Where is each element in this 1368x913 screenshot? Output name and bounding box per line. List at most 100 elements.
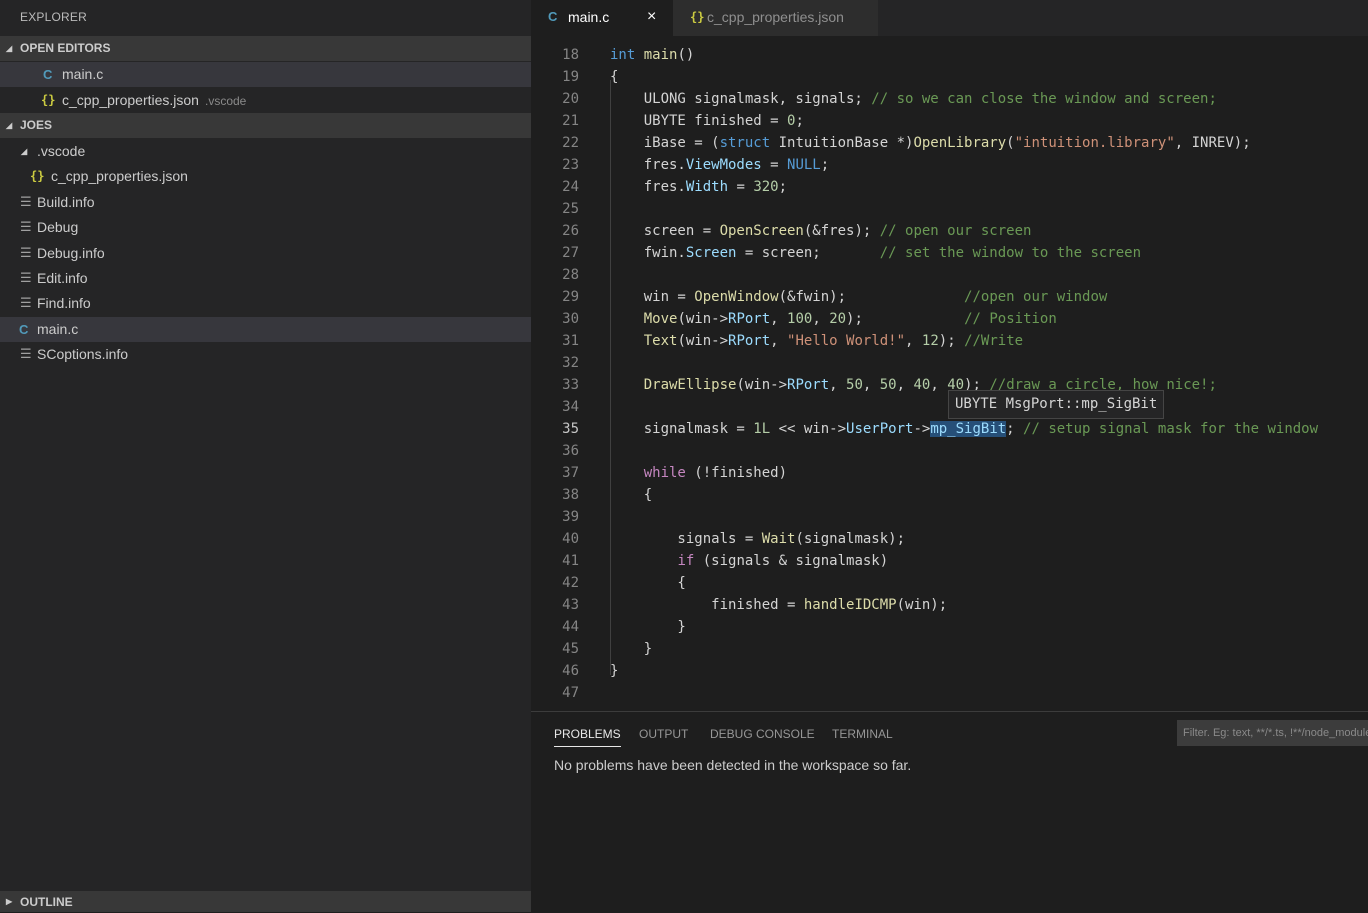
c-file-icon: C (43, 67, 53, 82)
file-label: Edit.info (37, 270, 88, 286)
code-text: int main() (610, 47, 695, 63)
line-number: 47 (562, 685, 579, 701)
code-line[interactable]: 30 Move(win->RPort, 100, 20); // Positio… (531, 308, 1368, 330)
line-number: 41 (562, 553, 579, 569)
file-find-info[interactable]: ☰ Find.info (0, 291, 531, 316)
tab-main-c[interactable]: C main.c × (531, 0, 673, 36)
json-file-icon: {} (690, 10, 705, 24)
tab-problems[interactable]: PROBLEMS (554, 727, 621, 747)
line-number: 30 (562, 311, 579, 327)
code-line[interactable]: 21 UBYTE finished = 0; (531, 110, 1368, 132)
file-main-c[interactable]: C main.c (0, 317, 531, 342)
chevron-down-icon: ◢ (6, 121, 13, 130)
code-text: if (signals & signalmask) (677, 553, 889, 569)
workspace-header[interactable]: ◢ JOES (0, 113, 531, 138)
code-line[interactable]: 37 while (!finished) (531, 462, 1368, 484)
code-line[interactable]: 20 ULONG signalmask, signals; // so we c… (531, 88, 1368, 110)
code-text: { (610, 487, 653, 503)
code-line[interactable]: 25 (531, 198, 1368, 220)
code-line[interactable]: 36 (531, 440, 1368, 462)
line-number: 38 (562, 487, 579, 503)
folder-hint: .vscode (204, 94, 247, 108)
line-number: 22 (562, 135, 579, 151)
file-debug[interactable]: ☰ Debug (0, 215, 531, 240)
open-editor-main-c[interactable]: C main.c (0, 62, 531, 87)
line-number: 31 (562, 333, 579, 349)
code-editor[interactable]: 18 int main() 19 {20 ULONG signalmask, sign… (531, 36, 1368, 711)
outline-header[interactable]: ▶ OUTLINE (0, 891, 531, 912)
filter-input[interactable]: Filter. Eg: text, **/*.ts, !**/node_modu… (1177, 720, 1368, 746)
file-icon: ☰ (20, 220, 32, 235)
code-line[interactable]: 31 Text(win->RPort, "Hello World!", 12);… (531, 330, 1368, 352)
tab-debug-console[interactable]: DEBUG CONSOLE (710, 727, 815, 741)
code-line[interactable]: 47 (531, 682, 1368, 704)
line-number: 36 (562, 443, 579, 459)
line-number: 39 (562, 509, 579, 525)
file-debug-info[interactable]: ☰ Debug.info (0, 241, 531, 266)
code-text: } (610, 663, 619, 679)
tab-output[interactable]: OUTPUT (639, 727, 688, 741)
code-text: fres.Width = 320; (610, 179, 788, 195)
file-build-info[interactable]: ☰ Build.info (0, 190, 531, 215)
json-file-icon: {} (30, 169, 45, 183)
tab-terminal[interactable]: TERMINAL (832, 727, 893, 741)
chevron-down-icon: ◢ (21, 147, 28, 156)
code-line[interactable]: 43 finished = handleIDCMP(win); (531, 594, 1368, 616)
close-icon[interactable]: × (647, 0, 656, 34)
code-line[interactable]: 41 if (signals & signalmask) (531, 550, 1368, 572)
code-line[interactable]: 35 signalmask = 1L << win->UserPort->mp_… (531, 418, 1368, 440)
line-number: 26 (562, 223, 579, 239)
outline-label: OUTLINE (20, 895, 73, 909)
code-line[interactable]: 40 signals = Wait(signalmask); (531, 528, 1368, 550)
code-text: ULONG signalmask, signals; // so we can … (610, 91, 1217, 107)
file-label: Debug.info (37, 245, 105, 261)
code-line[interactable]: 28 (531, 264, 1368, 286)
code-line[interactable]: 42 { (531, 572, 1368, 594)
line-number: 40 (562, 531, 579, 547)
code-text: { (610, 69, 619, 85)
line-number: 45 (562, 641, 579, 657)
code-line[interactable]: 24 fres.Width = 320; (531, 176, 1368, 198)
bottom-panel: PROBLEMS OUTPUT DEBUG CONSOLE TERMINAL F… (531, 711, 1368, 913)
code-line[interactable]: 26 screen = OpenScreen(&fres); // open o… (531, 220, 1368, 242)
file-edit-info[interactable]: ☰ Edit.info (0, 266, 531, 291)
code-line[interactable]: 45 } (531, 638, 1368, 660)
folder-label: .vscode (37, 143, 86, 159)
code-text: } (610, 641, 653, 657)
file-label: c_cpp_properties.json (51, 168, 188, 184)
code-line[interactable]: 44 } (531, 616, 1368, 638)
tab-c-cpp-properties[interactable]: {} c_cpp_properties.json (673, 0, 878, 36)
line-number: 19 (562, 69, 579, 85)
open-editors-header[interactable]: ◢ OPEN EDITORS (0, 36, 531, 61)
code-line[interactable]: 23 fres.ViewModes = NULL; (531, 154, 1368, 176)
code-text: UBYTE finished = 0; (610, 113, 804, 129)
workspace-label: JOES (20, 118, 53, 132)
code-line[interactable]: 22 iBase = (struct IntuitionBase *)OpenL… (531, 132, 1368, 154)
folder-vscode[interactable]: ◢ .vscode (0, 139, 531, 164)
code-line[interactable]: 46} (531, 660, 1368, 682)
code-line[interactable]: 27 fwin.Screen = screen; // set the wind… (531, 242, 1368, 264)
file-icon: ☰ (20, 246, 32, 261)
code-line[interactable]: 19 { (531, 66, 1368, 88)
code-text: fres.ViewModes = NULL; (610, 157, 830, 173)
line-number: 32 (562, 355, 579, 371)
code-line[interactable]: 29 win = OpenWindow(&fwin); //open our w… (531, 286, 1368, 308)
hover-tooltip: UBYTE MsgPort::mp_SigBit (948, 390, 1165, 419)
code-line[interactable]: 39 (531, 506, 1368, 528)
file-label: main.c (37, 321, 79, 337)
file-c-cpp-properties[interactable]: {} c_cpp_properties.json (0, 164, 531, 189)
code-line[interactable]: 18 int main() (531, 44, 1368, 66)
line-number: 42 (562, 575, 579, 591)
file-scoptions-info[interactable]: ☰ SCoptions.info (0, 342, 531, 367)
line-number: 37 (562, 465, 579, 481)
line-number: 35 (562, 421, 579, 437)
open-editor-c-cpp-properties[interactable]: {} c_cpp_properties.json .vscode (0, 88, 531, 113)
file-icon: ☰ (20, 195, 32, 210)
line-number: 33 (562, 377, 579, 393)
code-line[interactable]: 32 (531, 352, 1368, 374)
file-icon: ☰ (20, 347, 32, 362)
code-text: Text(win->RPort, "Hello World!", 12); //… (643, 333, 1024, 349)
code-line[interactable]: 38 { (531, 484, 1368, 506)
file-label: Find.info (37, 295, 91, 311)
code-text: { (610, 575, 686, 591)
